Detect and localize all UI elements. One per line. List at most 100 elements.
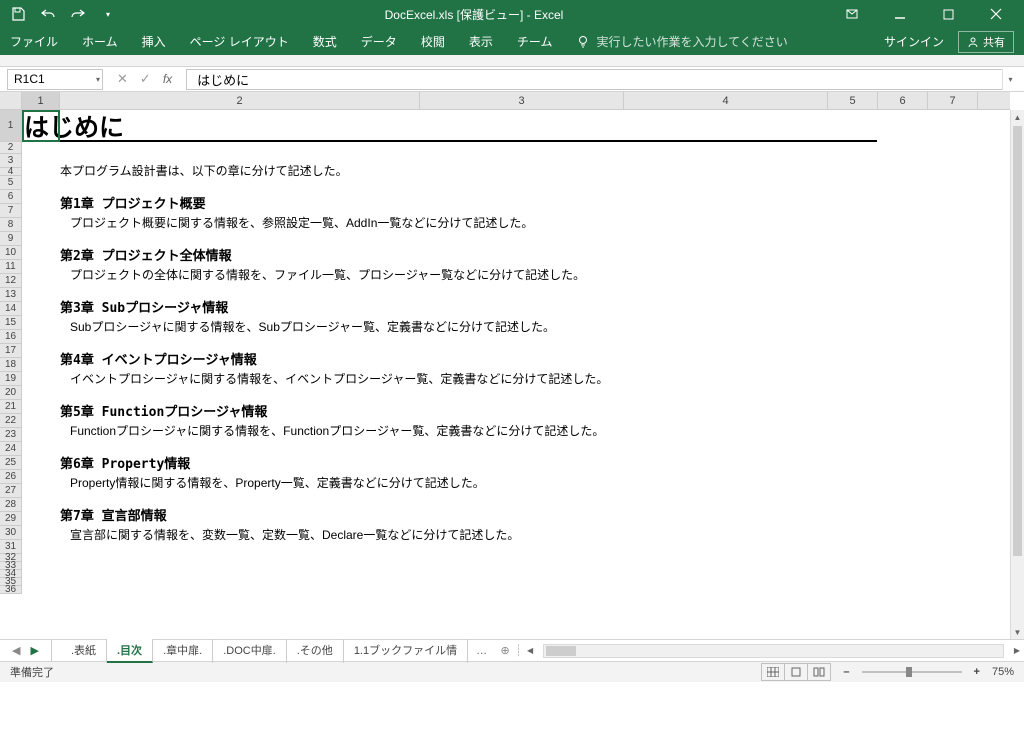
row-header[interactable]: 21	[0, 400, 21, 414]
zoom-thumb[interactable]	[906, 667, 912, 677]
row-header[interactable]: 29	[0, 512, 21, 526]
sheet-tab[interactable]: .目次	[107, 639, 153, 663]
sheet-tab[interactable]: .表紙	[61, 639, 107, 663]
share-button[interactable]: 共有	[958, 31, 1014, 53]
tab-review[interactable]: 校閲	[421, 33, 445, 50]
column-header[interactable]: 4	[624, 92, 828, 109]
sheet-tab[interactable]: .その他	[287, 639, 344, 663]
tab-view[interactable]: 表示	[469, 33, 493, 50]
row-header[interactable]: 30	[0, 526, 21, 540]
qat-dropdown-icon[interactable]: ▾	[100, 6, 116, 22]
sheet-tab[interactable]: .章中扉.	[153, 639, 213, 663]
row-header[interactable]: 11	[0, 260, 21, 274]
row-header[interactable]: 27	[0, 484, 21, 498]
status-bar: 準備完了 – + 75%	[0, 661, 1024, 682]
sheet-tab[interactable]: .DOC中扉.	[213, 639, 287, 663]
tab-prev-icon[interactable]: ◀	[12, 644, 20, 657]
zoom-level[interactable]: 75%	[992, 666, 1014, 678]
zoom-slider[interactable]	[862, 671, 962, 673]
row-header[interactable]: 4	[0, 168, 21, 176]
view-pagebreak-button[interactable]	[807, 663, 831, 681]
column-header[interactable]: 5	[828, 92, 878, 109]
row-header[interactable]: 6	[0, 190, 21, 204]
chapter-title: 第3章 Subプロシージャ情報	[60, 297, 608, 316]
formula-expand-icon[interactable]: ▾	[1002, 69, 1018, 90]
row-header[interactable]: 2	[0, 142, 21, 154]
tab-data[interactable]: データ	[361, 33, 397, 50]
row-header[interactable]: 13	[0, 288, 21, 302]
add-sheet-button[interactable]: ⊕	[495, 644, 515, 657]
column-header[interactable]: 6	[878, 92, 928, 109]
select-all-corner[interactable]	[0, 92, 22, 109]
row-header[interactable]: 1	[0, 110, 21, 142]
tab-formulas[interactable]: 数式	[313, 33, 337, 50]
tab-next-icon[interactable]: ▶	[30, 644, 38, 657]
row-header[interactable]: 23	[0, 428, 21, 442]
tab-home[interactable]: ホーム	[82, 33, 118, 50]
row-header[interactable]: 18	[0, 358, 21, 372]
row-header[interactable]: 10	[0, 246, 21, 260]
sheet-tab[interactable]: 1.1ブックファイル情	[344, 639, 468, 663]
row-header[interactable]: 28	[0, 498, 21, 512]
row-header[interactable]: 9	[0, 232, 21, 246]
row-header[interactable]: 8	[0, 218, 21, 232]
column-header[interactable]: 2	[60, 92, 420, 109]
zoom-in-button[interactable]: +	[970, 666, 984, 678]
formula-input[interactable]: はじめに	[186, 69, 1002, 90]
ribbon-collapsed-area	[0, 55, 1024, 67]
save-icon[interactable]	[10, 6, 26, 22]
row-header[interactable]: 26	[0, 470, 21, 484]
row-header[interactable]: 5	[0, 176, 21, 190]
signin-link[interactable]: サインイン	[884, 33, 944, 50]
row-header[interactable]: 7	[0, 204, 21, 218]
row-header[interactable]: 36	[0, 586, 21, 594]
tell-me-search[interactable]: 実行したい作業を入力してください	[576, 33, 787, 50]
zoom-out-button[interactable]: –	[839, 666, 853, 678]
row-header[interactable]: 14	[0, 302, 21, 316]
vertical-scrollbar[interactable]: ▲ ▼	[1010, 110, 1024, 639]
row-header[interactable]: 20	[0, 386, 21, 400]
column-header[interactable]: 3	[420, 92, 624, 109]
chapter-desc: Property情報に関する情報を、Property一覧、定義書などに分けて記述…	[60, 474, 608, 491]
tab-insert[interactable]: 挿入	[142, 33, 166, 50]
chapter-desc: 宣言部に関する情報を、変数一覧、定数一覧、Declare一覧などに分けて記述した…	[60, 526, 608, 543]
close-icon[interactable]	[976, 0, 1016, 28]
maximize-icon[interactable]	[928, 0, 968, 28]
row-header[interactable]: 22	[0, 414, 21, 428]
window-title: DocExcel.xls [保護ビュー] - Excel	[116, 6, 832, 23]
cancel-icon[interactable]: ✕	[117, 71, 128, 87]
fx-icon[interactable]: fx	[163, 72, 172, 86]
enter-icon[interactable]: ✓	[140, 71, 151, 87]
tab-file[interactable]: ファイル	[10, 33, 58, 50]
view-pagelayout-button[interactable]	[784, 663, 808, 681]
row-header[interactable]: 12	[0, 274, 21, 288]
ribbon-options-icon[interactable]	[832, 0, 872, 28]
cells-area[interactable]: はじめに 本プログラム設計書は、以下の章に分けて記述した。 第1章 プロジェクト…	[22, 110, 1010, 639]
title-underline	[22, 140, 877, 142]
hscroll-thumb[interactable]	[546, 646, 576, 656]
chevron-down-icon[interactable]: ▾	[96, 75, 100, 84]
hscroll-right-icon[interactable]: ▶	[1010, 646, 1024, 655]
undo-icon[interactable]	[40, 6, 56, 22]
redo-icon[interactable]	[70, 6, 86, 22]
column-header[interactable]: 7	[928, 92, 978, 109]
name-box[interactable]: R1C1 ▾	[7, 69, 103, 90]
tab-pagelayout[interactable]: ページ レイアウト	[190, 33, 289, 50]
scroll-up-icon[interactable]: ▲	[1011, 110, 1024, 124]
row-header[interactable]: 25	[0, 456, 21, 470]
tab-team[interactable]: チーム	[517, 33, 553, 50]
minimize-icon[interactable]	[880, 0, 920, 28]
row-header[interactable]: 16	[0, 330, 21, 344]
view-normal-button[interactable]	[761, 663, 785, 681]
tab-more[interactable]: …	[468, 645, 495, 657]
hscroll-left-icon[interactable]: ◀	[523, 646, 537, 655]
scrollbar-thumb[interactable]	[1013, 126, 1022, 556]
row-header[interactable]: 19	[0, 372, 21, 386]
scroll-down-icon[interactable]: ▼	[1011, 625, 1024, 639]
row-header[interactable]: 24	[0, 442, 21, 456]
row-header[interactable]: 15	[0, 316, 21, 330]
horizontal-scrollbar[interactable]	[543, 644, 1004, 658]
titlebar: ▾ DocExcel.xls [保護ビュー] - Excel	[0, 0, 1024, 28]
row-header[interactable]: 17	[0, 344, 21, 358]
column-header[interactable]: 1	[22, 92, 60, 109]
